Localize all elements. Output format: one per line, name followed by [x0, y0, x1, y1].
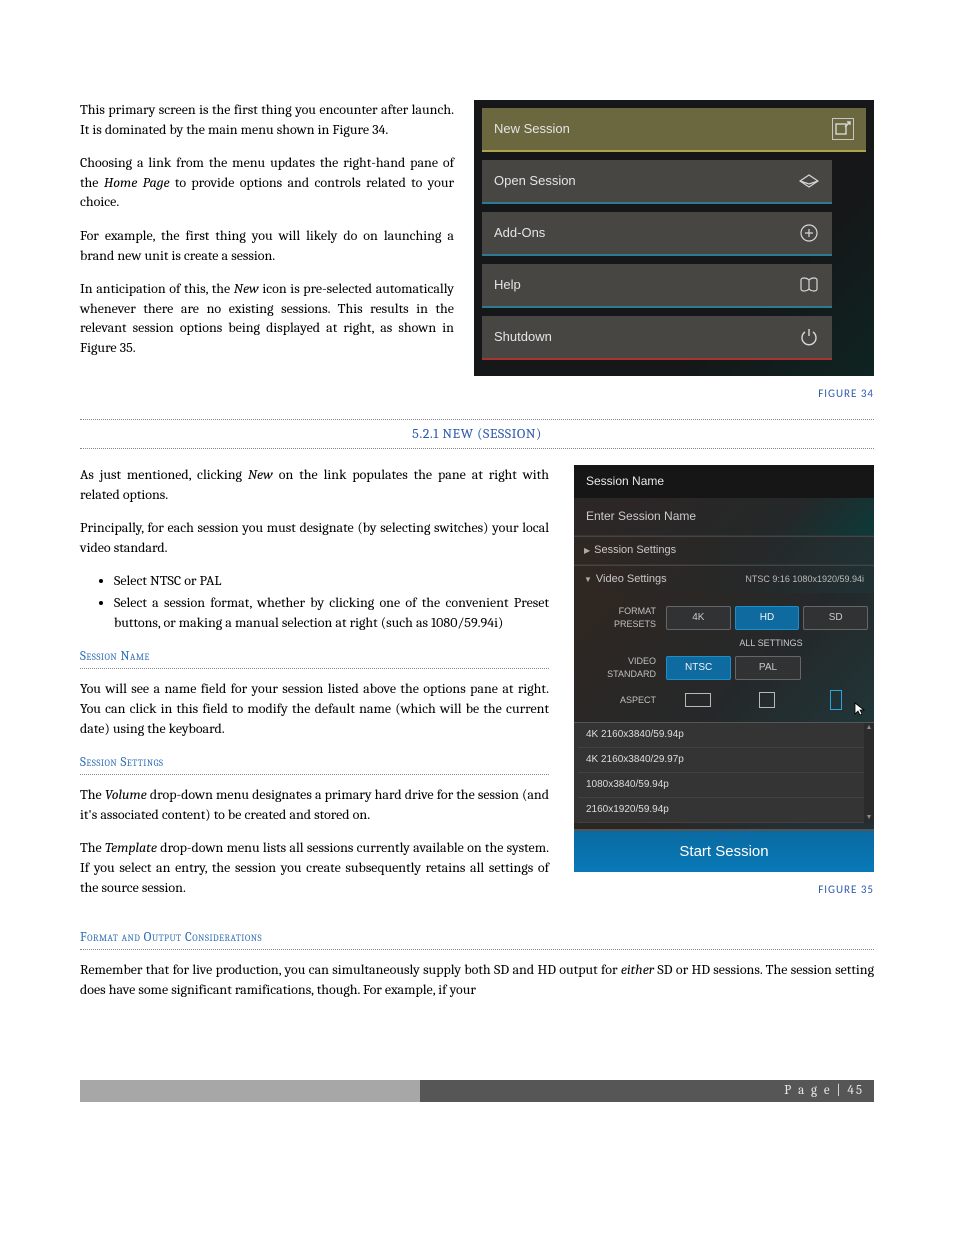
session-settings-p2: The Template drop-down menu lists all se… — [80, 838, 549, 897]
format-presets-label: FORMAT PRESETS — [580, 605, 662, 630]
session-name-header: Session Name — [574, 465, 874, 498]
format-scrollbar[interactable]: ▲ ▼ — [864, 723, 874, 823]
figure-35-caption: FIGURE 35 — [569, 882, 874, 897]
intro-p2: Choosing a link from the menu updates th… — [80, 153, 454, 212]
intro-p4: In anticipation of this, the New icon is… — [80, 279, 454, 357]
video-standard-label: VIDEO STANDARD — [580, 655, 662, 680]
preset-sd-button[interactable]: SD — [803, 606, 868, 630]
list-item: Select a session format, whether by clic… — [114, 593, 549, 632]
scroll-up-icon[interactable]: ▲ — [866, 723, 873, 733]
open-session-icon — [798, 170, 820, 192]
session-settings-section[interactable]: ▶Session Settings — [574, 536, 874, 564]
session-settings-p1: The Volume drop-down menu designates a p… — [80, 785, 549, 824]
aspect-wide-button[interactable] — [685, 693, 711, 707]
session-panel-screenshot: Session Name Enter Session Name ▶Session… — [574, 465, 874, 872]
chevron-right-icon: ▶ — [584, 546, 590, 555]
menu-label: Open Session — [494, 172, 576, 190]
aspect-square-button[interactable] — [759, 692, 775, 708]
subheading-session-settings: Session Settings — [80, 754, 549, 775]
standard-ntsc-button[interactable]: NTSC — [666, 656, 731, 680]
format-row[interactable]: 1080x3840/59.94p — [578, 773, 870, 798]
intro-p3: For example, the first thing you will li… — [80, 226, 454, 265]
menu-label: Add-Ons — [494, 224, 545, 242]
menu-item-new-session[interactable]: New Session — [482, 108, 866, 152]
menu-label: Shutdown — [494, 328, 552, 346]
shutdown-icon — [798, 326, 820, 348]
sess-intro-p1: As just mentioned, clicking New on the l… — [80, 465, 549, 504]
scroll-down-icon[interactable]: ▼ — [866, 813, 873, 823]
format-row[interactable]: 4K 2160x3840/29.97p — [578, 748, 870, 773]
menu-item-help[interactable]: Help — [482, 264, 832, 308]
session-name-input[interactable]: Enter Session Name — [574, 498, 874, 535]
menu-label: Help — [494, 276, 521, 294]
new-session-icon — [832, 118, 854, 140]
preset-4k-button[interactable]: 4K — [666, 606, 731, 630]
menu-label: New Session — [494, 120, 570, 138]
help-icon — [798, 274, 820, 296]
sess-intro-p2: Principally, for each session you must d… — [80, 518, 549, 557]
preset-hd-button[interactable]: HD — [735, 606, 800, 630]
menu-item-shutdown[interactable]: Shutdown — [482, 316, 832, 360]
all-settings-label: ALL SETTINGS — [674, 637, 868, 650]
list-item: Select NTSC or PAL — [114, 571, 549, 591]
heading-5-2-1: 5.2.1 NEW (SESSION) — [80, 419, 874, 449]
format-considerations-text: Remember that for live production, you c… — [80, 960, 874, 999]
page-footer: P a g e | 45 — [80, 1080, 874, 1102]
standard-pal-button[interactable]: PAL — [735, 656, 800, 680]
video-settings-detail: NTSC 9:16 1080x1920/59.94i — [745, 573, 864, 586]
session-name-text: You will see a name field for your sessi… — [80, 679, 549, 738]
add-ons-icon — [798, 222, 820, 244]
page-number: P a g e | 45 — [420, 1080, 874, 1102]
start-session-button[interactable]: Start Session — [574, 829, 874, 872]
chevron-down-icon: ▼ — [584, 575, 592, 584]
aspect-label: ASPECT — [580, 694, 662, 707]
cursor-icon — [854, 702, 866, 716]
figure-34-caption: FIGURE 34 — [474, 386, 874, 401]
home-menu-screenshot: New Session Open Session — [474, 100, 874, 376]
sess-intro-list: Select NTSC or PAL Select a session form… — [114, 571, 549, 632]
intro-p1: This primary screen is the first thing y… — [80, 100, 454, 139]
video-settings-section[interactable]: ▼Video Settings NTSC 9:16 1080x1920/59.9… — [574, 565, 874, 593]
menu-item-open-session[interactable]: Open Session — [482, 160, 832, 204]
format-row[interactable]: 4K 2160x3840/59.94p — [578, 723, 870, 748]
format-list[interactable]: 4K 2160x3840/59.94p 4K 2160x3840/29.97p … — [574, 722, 874, 823]
subheading-session-name: Session Name — [80, 648, 549, 669]
aspect-tall-button[interactable] — [830, 690, 842, 710]
menu-item-add-ons[interactable]: Add-Ons — [482, 212, 832, 256]
subheading-format: Format and Output Considerations — [80, 929, 874, 950]
format-row[interactable]: 2160x1920/59.94p — [578, 798, 870, 823]
